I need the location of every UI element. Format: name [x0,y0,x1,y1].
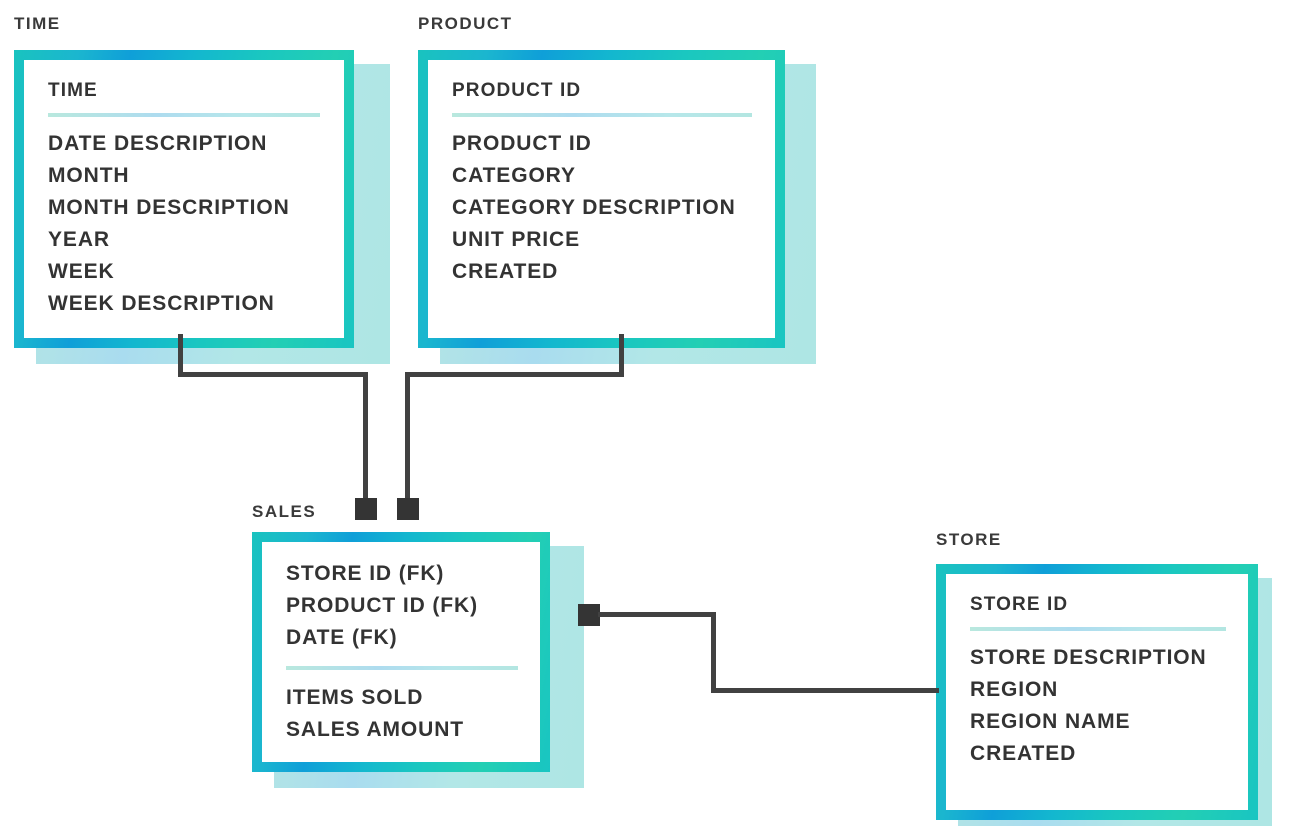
entity-product[interactable]: PRODUCT PRODUCT ID PRODUCT ID CATEGORY C… [418,14,838,364]
entity-time[interactable]: TIME TIME DATE DESCRIPTION MONTH MONTH D… [14,14,390,364]
star-schema-diagram: TIME TIME DATE DESCRIPTION MONTH MONTH D… [0,0,1300,826]
connector-product-sales-node [397,498,419,520]
connector-product-sales-segment [405,372,410,500]
entity-product-key: PRODUCT ID [452,80,582,101]
connector-time-sales-segment [178,372,368,377]
connector-sales-store-segment [711,688,939,693]
entity-sales-measure: ITEMS SOLD [286,686,424,709]
entity-product-field: CATEGORY [452,164,576,187]
entity-product-title: PRODUCT [418,14,513,33]
entity-product-divider [452,113,752,117]
entity-store-key: STORE ID [970,594,1069,615]
connector-product-sales-segment [405,372,624,377]
connector-sales-store-node [578,604,600,626]
entity-time-frame: TIME DATE DESCRIPTION MONTH MONTH DESCRI… [14,50,354,348]
entity-sales-frame: STORE ID (FK) PRODUCT ID (FK) DATE (FK) … [252,532,550,772]
entity-store-field: REGION [970,678,1059,701]
entity-product-frame: PRODUCT ID PRODUCT ID CATEGORY CATEGORY … [418,50,785,348]
connector-time-sales-segment [363,372,368,500]
entity-product-field: PRODUCT ID [452,132,592,155]
entity-time-field: MONTH [48,164,130,187]
connector-sales-store-segment [711,612,716,692]
connector-sales-store-segment [598,612,716,617]
entity-sales[interactable]: SALES STORE ID (FK) PRODUCT ID (FK) DATE… [252,500,592,790]
entity-sales-divider [286,666,518,670]
entity-time-field: YEAR [48,228,110,251]
entity-sales-foreign-key: STORE ID (FK) [286,562,445,585]
entity-sales-foreign-key: PRODUCT ID (FK) [286,594,478,617]
entity-time-field: MONTH DESCRIPTION [48,196,290,219]
connector-time-sales-node [355,498,377,520]
entity-store[interactable]: STORE STORE ID STORE DESCRIPTION REGION … [936,530,1276,826]
entity-sales-foreign-key: DATE (FK) [286,626,398,649]
entity-product-panel: PRODUCT ID PRODUCT ID CATEGORY CATEGORY … [428,60,775,338]
entity-product-field: CREATED [452,260,559,283]
entity-time-title: TIME [14,14,61,33]
entity-store-field: STORE DESCRIPTION [970,646,1207,669]
entity-time-field: WEEK DESCRIPTION [48,292,275,315]
connector-time-sales-segment [178,334,183,376]
entity-sales-panel: STORE ID (FK) PRODUCT ID (FK) DATE (FK) … [262,542,540,762]
entity-sales-measure: SALES AMOUNT [286,718,465,741]
connector-product-sales-segment [619,334,624,376]
entity-time-field: DATE DESCRIPTION [48,132,268,155]
entity-time-divider [48,113,320,117]
entity-store-divider [970,627,1226,631]
entity-sales-title: SALES [252,502,317,521]
entity-time-panel: TIME DATE DESCRIPTION MONTH MONTH DESCRI… [24,60,344,338]
entity-product-field: UNIT PRICE [452,228,581,251]
entity-store-field: CREATED [970,742,1077,765]
entity-time-key: TIME [48,80,98,101]
entity-time-field: WEEK [48,260,115,283]
entity-store-field: REGION NAME [970,710,1131,733]
entity-store-title: STORE [936,530,1002,549]
entity-store-panel: STORE ID STORE DESCRIPTION REGION REGION… [946,574,1248,810]
entity-product-field: CATEGORY DESCRIPTION [452,196,736,219]
entity-store-frame: STORE ID STORE DESCRIPTION REGION REGION… [936,564,1258,820]
